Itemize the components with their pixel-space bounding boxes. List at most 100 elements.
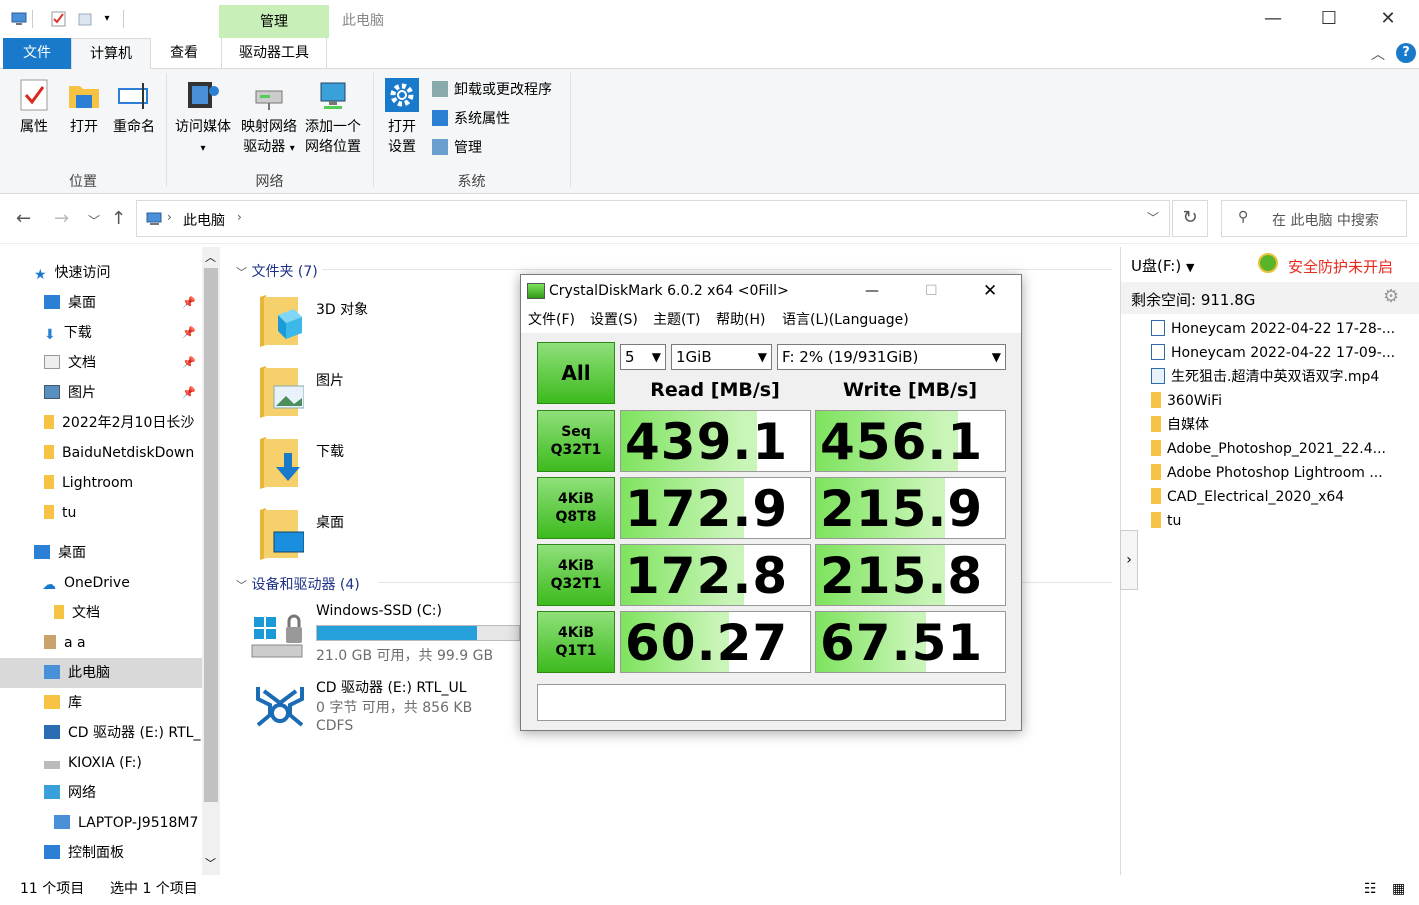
context-tab-manage[interactable]: 管理 — [219, 5, 329, 38]
test-button[interactable]: Seq Q32T1 — [537, 410, 615, 472]
test-button[interactable]: 4KiB Q32T1 — [537, 544, 615, 606]
test-count-select[interactable]: 5 ▼ — [620, 344, 666, 370]
pin-icon[interactable]: 📌 — [182, 378, 196, 408]
pin-icon[interactable]: 📌 — [182, 288, 196, 318]
add-network-location-button[interactable]: 添加一个 网络位置 — [302, 77, 364, 157]
sidebar-item-network[interactable]: 网络 — [0, 778, 202, 808]
back-arrow-icon[interactable]: ← — [16, 208, 31, 229]
pin-icon[interactable]: 📌 — [182, 348, 196, 378]
drive-selector[interactable]: U盘(F:) ▼ — [1131, 255, 1194, 276]
computer-icon[interactable] — [10, 10, 28, 28]
sidebar-item-documents[interactable]: 文档 📌 — [0, 348, 202, 378]
tab-computer[interactable]: 计算机 — [71, 38, 151, 70]
details-view-icon[interactable]: ☷ — [1364, 875, 1377, 903]
sidebar-item-this-pc[interactable]: 此电脑 — [0, 658, 202, 688]
file-item[interactable]: Honeycam 2022-04-22 17-09-... — [1151, 341, 1417, 365]
open-settings-button[interactable]: 打开 设置 — [380, 77, 424, 157]
folder-item[interactable]: tu — [1151, 509, 1417, 533]
sidebar-item-pictures[interactable]: 图片 📌 — [0, 378, 202, 408]
sidebar-item-desktop[interactable]: 桌面 📌 — [0, 288, 202, 318]
sidebar-item-folder[interactable]: 文档 — [0, 598, 202, 628]
folder-item[interactable]: 360WiFi — [1151, 389, 1417, 413]
open-button[interactable]: 打开 — [64, 77, 104, 137]
folder-item-desktop[interactable]: 桌面 — [256, 506, 516, 566]
minimize-icon[interactable]: — — [1250, 4, 1296, 34]
breadcrumb-chevron-icon[interactable]: › — [237, 210, 242, 224]
forward-arrow-icon[interactable]: → — [54, 208, 69, 229]
sidebar-item-user[interactable]: a a — [0, 628, 202, 658]
scroll-down-icon[interactable]: ﹀ — [205, 855, 216, 871]
test-size-select[interactable]: 1GiB ▼ — [671, 344, 772, 370]
search-input[interactable]: ⚲ 在 此电脑 中搜索 — [1221, 200, 1407, 237]
sidebar-item-folder[interactable]: BaiduNetdiskDown — [0, 438, 202, 468]
manage-button[interactable]: 管理 — [432, 135, 482, 161]
cdm-menu-file[interactable]: 文件(F) — [528, 307, 575, 333]
pin-icon[interactable]: 📌 — [182, 318, 196, 348]
rename-button[interactable]: 重命名 — [110, 77, 158, 137]
test-button[interactable]: 4KiB Q8T8 — [537, 477, 615, 539]
sidebar-item-kioxia[interactable]: KIOXIA (F:) — [0, 748, 202, 778]
file-item[interactable]: 生死狙击.超清中英双语双字.mp4 — [1151, 365, 1417, 389]
sidebar-item-quick-access[interactable]: ★ 快速访问 — [0, 258, 202, 288]
breadcrumb-chevron-icon[interactable]: › — [167, 210, 172, 224]
breadcrumb-path[interactable]: 此电脑 — [183, 210, 225, 230]
sidebar-scrollbar-thumb[interactable] — [204, 268, 218, 802]
all-button[interactable]: All — [537, 342, 615, 404]
sidebar-item-libraries[interactable]: 库 — [0, 688, 202, 718]
uninstall-button[interactable]: 卸载或更改程序 — [432, 77, 552, 103]
folder-item-pictures[interactable]: 图片 — [256, 364, 516, 424]
test-button[interactable]: 4KiB Q1T1 — [537, 611, 615, 673]
devices-section-header[interactable]: ﹀ 设备和驱动器 (4) — [236, 574, 360, 594]
cdm-menu-theme[interactable]: 主题(T) — [653, 307, 700, 333]
sidebar-item-folder[interactable]: tu — [0, 498, 202, 528]
scroll-up-icon[interactable]: ︿ — [205, 249, 216, 265]
folder-item[interactable]: 自媒体 — [1151, 413, 1417, 437]
sidebar-item-folder[interactable]: Lightroom — [0, 468, 202, 498]
comment-input[interactable] — [537, 684, 1006, 721]
quick-access-dropdown-icon[interactable]: ▾ — [98, 10, 116, 28]
sidebar-item-onedrive[interactable]: ☁ OneDrive — [0, 568, 202, 598]
access-media-button[interactable]: 访问媒体 ▾ — [172, 77, 234, 159]
cdm-menu-help[interactable]: 帮助(H) — [716, 307, 765, 333]
recent-dropdown-icon[interactable]: ﹀ — [88, 212, 100, 229]
sidebar-item-desktop-root[interactable]: 桌面 — [0, 538, 202, 568]
drive-select[interactable]: F: 2% (19/931GiB) ▼ — [777, 344, 1006, 370]
sidebar-item-folder[interactable]: 2022年2月10日长沙 — [0, 408, 202, 438]
map-drive-button[interactable]: 映射网络 驱动器 ▾ — [238, 77, 300, 159]
up-arrow-icon[interactable]: ↑ — [111, 208, 126, 229]
properties-button[interactable]: 属性 — [14, 77, 54, 137]
close-icon[interactable]: ✕ — [1365, 4, 1411, 34]
properties-check-icon[interactable] — [50, 10, 68, 28]
cdm-menu-language[interactable]: 语言(L)(Language) — [782, 307, 909, 333]
gear-icon[interactable]: ⚙ — [1383, 286, 1399, 307]
help-icon[interactable]: ? — [1396, 43, 1416, 63]
sidebar-item-control-panel[interactable]: 控制面板 — [0, 838, 202, 868]
sidebar-item-laptop[interactable]: LAPTOP-J9518M7 — [0, 808, 202, 838]
large-icons-view-icon[interactable]: ▦ — [1392, 875, 1405, 903]
tab-file[interactable]: 文件 — [3, 38, 71, 69]
new-folder-icon[interactable] — [76, 10, 94, 28]
collapse-ribbon-icon[interactable]: ︿ — [1371, 44, 1385, 64]
minimize-icon[interactable]: — — [865, 275, 879, 307]
tab-view[interactable]: 查看 — [152, 38, 216, 69]
maximize-icon[interactable]: ☐ — [1306, 4, 1352, 34]
address-bar[interactable]: › 此电脑 › ﹀ — [136, 200, 1170, 237]
folder-item-downloads[interactable]: 下载 — [256, 435, 516, 495]
folder-item[interactable]: CAD_Electrical_2020_x64 — [1151, 485, 1417, 509]
drive-item-c[interactable]: Windows-SSD (C:) 21.0 GB 可用，共 99.9 GB — [250, 603, 530, 669]
drive-item-e[interactable]: CD 驱动器 (E:) RTL_UL 0 字节 可用，共 856 KB CDFS — [250, 677, 530, 747]
folders-section-header[interactable]: ﹀ 文件夹 (7) — [236, 261, 318, 281]
address-dropdown-icon[interactable]: ﹀ — [1147, 209, 1159, 226]
close-icon[interactable]: ✕ — [983, 275, 997, 307]
folder-item[interactable]: Adobe_Photoshop_2021_22.4... — [1151, 437, 1417, 461]
cdm-menu-settings[interactable]: 设置(S) — [590, 307, 638, 333]
panel-expand-chevron-icon[interactable]: › — [1120, 530, 1138, 590]
security-status[interactable]: 安全防护未开启 — [1288, 256, 1393, 277]
folder-item-3d[interactable]: 3D 对象 — [256, 293, 516, 353]
system-properties-button[interactable]: 系统属性 — [432, 106, 510, 132]
folder-item[interactable]: Adobe Photoshop Lightroom ... — [1151, 461, 1417, 485]
refresh-icon[interactable]: ↻ — [1172, 200, 1208, 237]
sidebar-item-cd-drive[interactable]: CD 驱动器 (E:) RTL_ — [0, 718, 202, 748]
tab-drive-tools[interactable]: 驱动器工具 — [221, 38, 327, 69]
sidebar-item-downloads[interactable]: ⬇ 下载 📌 — [0, 318, 202, 348]
